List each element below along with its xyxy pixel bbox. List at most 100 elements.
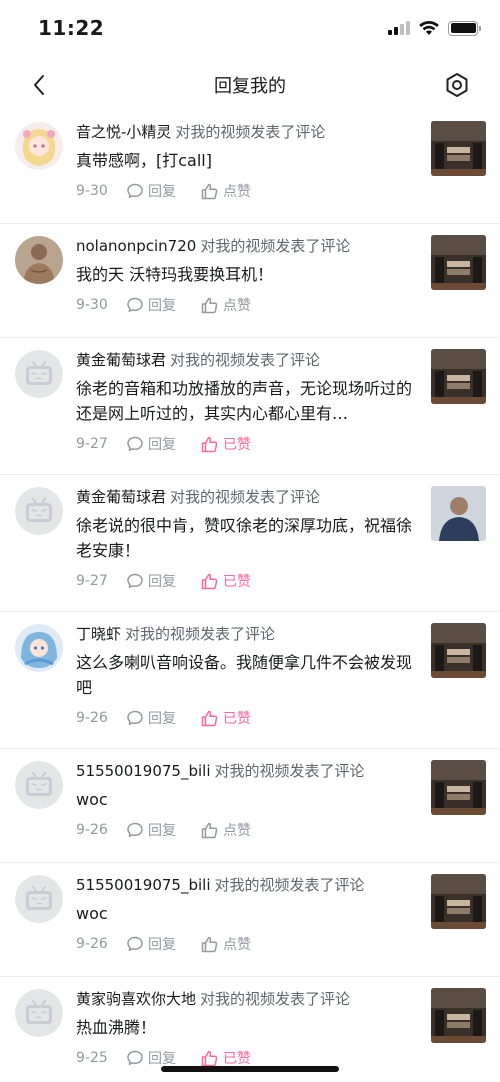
comment-bubble-icon — [127, 710, 143, 725]
reply-button[interactable]: 回复 — [126, 1048, 200, 1068]
thumbs-up-icon — [201, 822, 218, 838]
username[interactable]: 黄金葡萄球君 — [76, 488, 166, 506]
like-button[interactable]: 已赞 — [200, 434, 251, 454]
reply-date: 9-26 — [76, 710, 108, 726]
reply-button[interactable]: 回复 — [126, 181, 200, 201]
thumbs-up-icon — [201, 1050, 218, 1066]
settings-button[interactable] — [442, 70, 472, 100]
comment-text[interactable]: 真带感啊，[打call] — [76, 148, 421, 173]
wifi-icon — [419, 20, 439, 35]
reply-button[interactable]: 回复 — [126, 934, 200, 954]
comment-text[interactable]: 这么多喇叭音响设备。我随便拿几件不会被发现吧 — [76, 650, 421, 700]
video-thumbnail[interactable] — [431, 760, 486, 815]
comment-text[interactable]: 我的天 沃特玛我要换耳机！ — [76, 262, 421, 287]
reply-button[interactable]: 回复 — [126, 295, 200, 315]
thumbs-up-icon — [201, 183, 218, 199]
reply-button[interactable]: 回复 — [126, 571, 200, 591]
reply-content: 51550019075_bili 对我的视频发表了评论 woc 9-26 回复 点赞 — [76, 873, 421, 956]
video-thumbnail[interactable] — [431, 874, 486, 929]
comment-text[interactable]: woc — [76, 787, 421, 812]
page-title: 回复我的 — [214, 76, 286, 97]
action-text: 对我的视频发表了评论 — [214, 762, 365, 780]
action-text: 对我的视频发表了评论 — [175, 123, 326, 141]
default-tv-avatar[interactable] — [15, 989, 63, 1037]
action-text: 对我的视频发表了评论 — [125, 625, 276, 643]
reply-content: 丁晓虾 对我的视频发表了评论这么多喇叭音响设备。我随便拿几件不会被发现吧 9-26 回… — [76, 622, 421, 730]
reply-item[interactable]: 黄金葡萄球君 对我的视频发表了评论徐老的音箱和功放播放的声音，无论现场听过的还是网… — [0, 338, 500, 475]
reply-button[interactable]: 回复 — [126, 820, 200, 840]
comment-text[interactable]: woc — [76, 901, 421, 926]
like-button[interactable]: 点赞 — [200, 295, 251, 315]
comment-bubble-icon — [127, 183, 143, 198]
reply-button-label: 回复 — [148, 1051, 176, 1067]
comment-text[interactable]: 徐老的音箱和功放播放的声音，无论现场听过的还是网上听过的，其实内心都心里有… — [76, 376, 421, 426]
like-button[interactable]: 已赞 — [200, 571, 251, 591]
like-button-label: 已赞 — [223, 711, 251, 727]
home-indicator[interactable] — [161, 1066, 339, 1072]
reply-item[interactable]: nolanonpcin720 对我的视频发表了评论 我的天 沃特玛我要换耳机！ 9-3… — [0, 224, 500, 338]
username[interactable]: 音之悦-小精灵 — [76, 123, 171, 141]
reply-item[interactable]: 51550019075_bili 对我的视频发表了评论 woc 9-26 回复 点赞 — [0, 749, 500, 863]
comment-bubble-icon — [127, 1050, 143, 1065]
default-tv-avatar[interactable] — [15, 875, 63, 923]
username[interactable]: 51550019075_bili — [76, 762, 211, 780]
like-button[interactable]: 已赞 — [200, 708, 251, 728]
video-thumbnail[interactable] — [431, 349, 486, 404]
reply-item[interactable]: 黄金葡萄球君 对我的视频发表了评论 徐老说的很中肯，赞叹徐老的深厚功底，祝福徐老安康… — [0, 475, 500, 612]
reply-header: nolanonpcin720 对我的视频发表了评论 — [76, 234, 421, 258]
comment-text[interactable]: 热血沸腾！ — [76, 1015, 421, 1040]
video-thumbnail[interactable] — [431, 988, 486, 1043]
reply-item[interactable]: 51550019075_bili 对我的视频发表了评论 woc 9-26 回复 点赞 — [0, 863, 500, 977]
username[interactable]: 51550019075_bili — [76, 876, 211, 894]
username[interactable]: 丁晓虾 — [76, 625, 121, 643]
like-button-label: 点赞 — [223, 937, 251, 953]
reply-list: 音之悦-小精灵 对我的视频发表了评论 真带感啊，[打call] 9-30 回复 点赞 nol… — [0, 110, 500, 1082]
action-text: 对我的视频发表了评论 — [170, 351, 321, 369]
default-tv-avatar[interactable] — [15, 350, 63, 398]
reply-button-label: 回复 — [148, 298, 176, 314]
meta-line: 9-27 回复 已赞 — [76, 432, 421, 456]
muscle-man-avatar[interactable] — [15, 236, 63, 284]
comment-bubble-icon — [127, 297, 143, 312]
reply-content: 黄家驹喜欢你大地 对我的视频发表了评论 热血沸腾！ 9-25 回复 已赞 — [76, 987, 421, 1070]
default-tv-avatar[interactable] — [15, 761, 63, 809]
reply-date: 9-26 — [76, 822, 108, 838]
username[interactable]: 黄金葡萄球君 — [76, 351, 166, 369]
reply-button[interactable]: 回复 — [126, 434, 200, 454]
username[interactable]: 黄家驹喜欢你大地 — [76, 990, 196, 1008]
reply-header: 51550019075_bili 对我的视频发表了评论 — [76, 759, 421, 783]
action-text: 对我的视频发表了评论 — [214, 876, 365, 894]
like-button[interactable]: 点赞 — [200, 820, 251, 840]
status-time: 11:22 — [38, 16, 105, 40]
like-button-label: 点赞 — [223, 184, 251, 200]
reply-item[interactable]: 丁晓虾 对我的视频发表了评论这么多喇叭音响设备。我随便拿几件不会被发现吧 9-26 回… — [0, 612, 500, 749]
reply-content: 黄金葡萄球君 对我的视频发表了评论 徐老说的很中肯，赞叹徐老的深厚功底，祝福徐老安康… — [76, 485, 421, 593]
default-tv-avatar[interactable] — [15, 487, 63, 535]
comment-text[interactable]: 徐老说的很中肯，赞叹徐老的深厚功底，祝福徐老安康！ — [76, 513, 421, 563]
username[interactable]: nolanonpcin720 — [76, 237, 196, 255]
reply-button-label: 回复 — [148, 574, 176, 590]
reply-button[interactable]: 回复 — [126, 708, 200, 728]
reply-content: nolanonpcin720 对我的视频发表了评论 我的天 沃特玛我要换耳机！ 9-3… — [76, 234, 421, 317]
like-button-label: 点赞 — [223, 823, 251, 839]
reply-item[interactable]: 音之悦-小精灵 对我的视频发表了评论 真带感啊，[打call] 9-30 回复 点赞 — [0, 110, 500, 224]
video-thumbnail[interactable] — [431, 235, 486, 290]
video-thumbnail[interactable] — [431, 623, 486, 678]
like-button-label: 已赞 — [223, 574, 251, 590]
like-button[interactable]: 点赞 — [200, 934, 251, 954]
reply-button-label: 回复 — [148, 437, 176, 453]
reply-content: 黄金葡萄球君 对我的视频发表了评论徐老的音箱和功放播放的声音，无论现场听过的还是网… — [76, 348, 421, 456]
like-button[interactable]: 已赞 — [200, 1048, 251, 1068]
gear-icon — [446, 73, 468, 97]
thumbs-up-icon — [201, 936, 218, 952]
video-thumbnail[interactable] — [431, 121, 486, 176]
like-button-label: 已赞 — [223, 1051, 251, 1067]
anime-girl-avatar[interactable] — [15, 122, 63, 170]
action-text: 对我的视频发表了评论 — [200, 990, 351, 1008]
video-thumbnail-person[interactable] — [431, 486, 486, 541]
reply-button-label: 回复 — [148, 937, 176, 953]
comment-bubble-icon — [127, 573, 143, 588]
like-button[interactable]: 点赞 — [200, 181, 251, 201]
reply-header: 丁晓虾 对我的视频发表了评论 — [76, 622, 421, 646]
anime-girl-avatar-blue[interactable] — [15, 624, 63, 672]
